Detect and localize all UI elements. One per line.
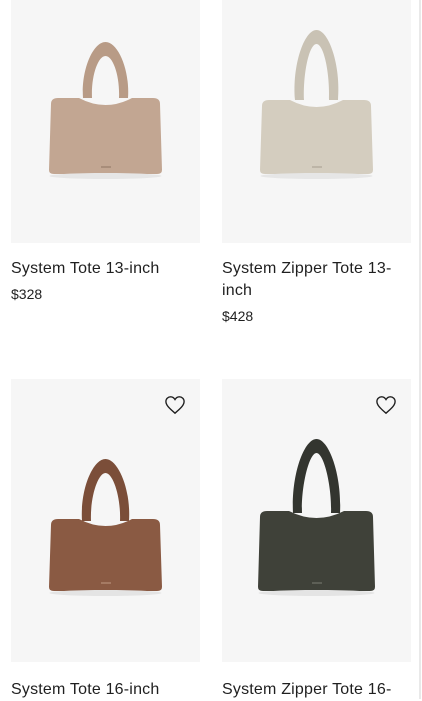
tote-bag-image [258,439,375,596]
product-card-system-zipper-tote-16[interactable]: System Zipper Tote 16- [222,379,411,701]
product-card-system-tote-16[interactable]: System Tote 16-inch [11,379,200,701]
product-grid: System Tote 13-inch $328 System Zipper T… [0,0,422,699]
product-price: $328 [11,286,43,302]
heart-icon[interactable] [375,395,397,415]
product-card-system-tote-13[interactable]: System Tote 13-inch $328 [11,0,200,304]
product-price: $428 [222,308,254,324]
product-title[interactable]: System Tote 13-inch [11,258,200,280]
tote-bag-image [260,30,373,179]
scrollbar[interactable] [419,0,421,699]
product-image[interactable] [11,379,200,662]
product-title[interactable]: System Zipper Tote 16- [222,679,411,701]
heart-icon[interactable] [164,395,186,415]
tote-bag-image [49,459,162,596]
tote-bag-image [49,42,162,179]
product-image[interactable] [222,0,411,243]
product-title[interactable]: System Zipper Tote 13-inch [222,258,411,302]
product-image[interactable] [222,379,411,662]
product-image[interactable] [11,0,200,243]
product-card-system-zipper-tote-13[interactable]: System Zipper Tote 13-inch $428 [222,0,411,326]
product-title[interactable]: System Tote 16-inch [11,679,200,701]
